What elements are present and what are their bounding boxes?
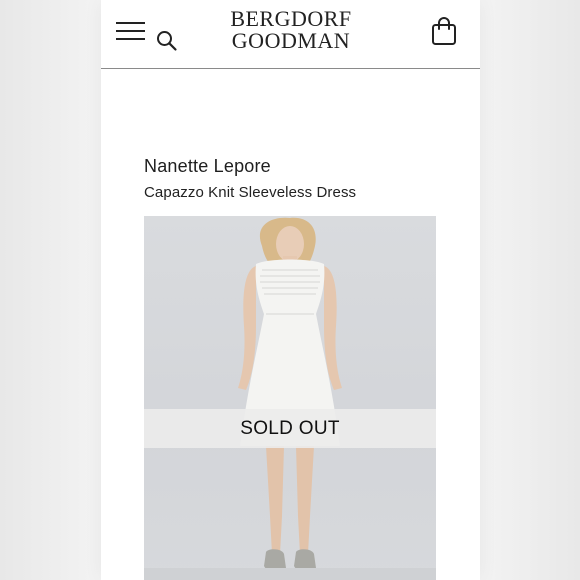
- search-icon[interactable]: [156, 30, 178, 52]
- sold-out-overlay: SOLD OUT: [144, 409, 436, 448]
- page-background-right: [480, 0, 580, 580]
- bergdorf-goodman-logo[interactable]: BERGDORF GOODMAN: [221, 8, 361, 58]
- logo-line-2: GOODMAN: [231, 28, 351, 53]
- product-brand[interactable]: Nanette Lepore: [144, 156, 271, 177]
- logo-line-1: BERGDORF: [230, 6, 352, 31]
- mobile-viewport: BERGDORF GOODMAN Nanette Lepore Capazzo …: [101, 0, 480, 580]
- product-image[interactable]: SOLD OUT: [144, 216, 436, 580]
- product-name[interactable]: Capazzo Knit Sleeveless Dress: [144, 184, 356, 201]
- shopping-bag-icon[interactable]: [431, 16, 457, 46]
- dress-model-illustration: [144, 217, 436, 580]
- hamburger-menu-icon[interactable]: [116, 20, 145, 40]
- site-header: BERGDORF GOODMAN: [101, 0, 480, 69]
- page-background-left: [0, 0, 101, 580]
